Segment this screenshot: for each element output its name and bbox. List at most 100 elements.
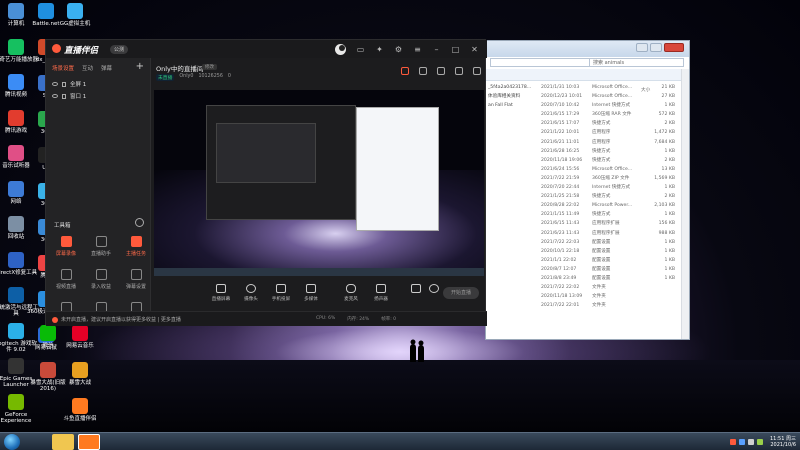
taskbar-explorer-icon[interactable]	[52, 434, 74, 450]
file-row[interactable]: 2020/8/28 22:02 Microsoft Power... 2,103 K…	[486, 201, 689, 210]
phone-cast-button[interactable]: 手机投屏	[267, 284, 295, 302]
user-avatar[interactable]	[335, 44, 346, 55]
file-size: 1 KB	[664, 248, 675, 254]
room-title[interactable]: Only中的直播间	[156, 63, 203, 73]
file-row[interactable]: 2021/6/15 17:07 快捷方式 2 KB	[486, 119, 689, 128]
lock-icon[interactable]	[62, 93, 66, 99]
tray-volume-icon[interactable]	[748, 439, 754, 445]
toolbox-item[interactable]: 视频直播	[50, 269, 82, 290]
desktop-icon[interactable]: GG虚拟主机	[53, 3, 97, 27]
file-row[interactable]: 2021/6/21 11:01 应用程序 7,684 KB	[486, 138, 689, 147]
file-date: 2020/7/20 22:44	[541, 185, 580, 191]
microphone-button[interactable]: 麦克风	[337, 284, 365, 302]
bell-icon[interactable]	[455, 67, 463, 75]
file-explorer-window[interactable]: 搜索 animals 大小 _5f4a2a0423178... 2021/1/31…	[485, 40, 690, 340]
tray-flag-icon[interactable]	[757, 439, 763, 445]
settings-icon[interactable]: ⚙	[394, 45, 403, 54]
desktop-icon[interactable]: 暴雪大战(旧版2016)	[26, 362, 70, 392]
clock[interactable]: 11:51 周三 2021/10/6	[770, 436, 796, 448]
toolbox-item[interactable]: 弹幕设置	[120, 269, 152, 290]
file-row[interactable]: 2021/6/23 11:43 应用程序扩展 988 KB	[486, 229, 689, 238]
file-row[interactable]: an Fall Flat 2020/7/10 10:42 Internet 快捷方式…	[486, 101, 689, 110]
scene-item[interactable]: 窗口 1	[52, 92, 86, 100]
speaker-button[interactable]: 扬声器	[367, 284, 395, 302]
collapse-toolbox-button[interactable]	[135, 218, 144, 227]
version-badge[interactable]: 公测	[110, 45, 129, 54]
record-icon[interactable]	[401, 67, 409, 75]
file-size: 1,569 KB	[654, 175, 675, 181]
desktop-icon[interactable]: 斗鱼直播伴侣	[58, 398, 102, 422]
file-type: 配置设置	[592, 248, 611, 254]
file-row[interactable]: 2021/6/24 15:56 Microsoft Office... 13 KB	[486, 165, 689, 174]
app-titlebar[interactable]: 直播伴侣 公测 ▭ ✦ ⚙ ≡ – □ ✕	[46, 40, 487, 58]
file-type: Microsoft Office...	[592, 94, 633, 100]
lock-icon[interactable]	[62, 81, 66, 87]
file-row[interactable]: 2020/8/7 12:07 配置设置 1 KB	[486, 265, 689, 274]
file-date: 2021/7/22 22:03	[541, 239, 580, 245]
file-row[interactable]: 2021/7/22 22:01 文件夹	[486, 301, 689, 310]
streaming-app-window[interactable]: 直播伴侣 公测 ▭ ✦ ⚙ ≡ – □ ✕ 场景设置 互动 弹幕 + 全屏 1 …	[45, 39, 487, 326]
toolbox-item[interactable]: 屏幕录像	[50, 236, 82, 257]
eye-icon[interactable]	[52, 94, 58, 98]
start-button[interactable]	[4, 434, 20, 450]
tray-app-icon[interactable]	[730, 439, 736, 445]
tab-danmaku[interactable]: 弹幕	[101, 64, 112, 72]
file-row[interactable]: _5f4a2a0423178... 2021/1/31 10:03 Microsof…	[486, 83, 689, 92]
file-row[interactable]: 2020/11/18 19:06 快捷方式 2 KB	[486, 156, 689, 165]
add-scene-button[interactable]: +	[136, 61, 144, 72]
maximize-icon[interactable]: □	[451, 45, 460, 54]
explorer-titlebar[interactable]	[486, 41, 689, 57]
minimize-icon[interactable]: –	[432, 45, 441, 54]
file-row[interactable]: 2021/7/22 22:03 配置设置 1 KB	[486, 238, 689, 247]
file-row[interactable]: 2020/11/18 13:09 文件夹	[486, 292, 689, 301]
stream-preview[interactable]	[154, 90, 484, 276]
file-name: _5f4a2a0423178...	[488, 85, 532, 90]
eye-icon[interactable]	[52, 82, 58, 86]
vertical-scrollbar[interactable]	[681, 69, 689, 339]
gift-icon[interactable]: ✦	[375, 45, 384, 54]
menu-icon[interactable]: ≡	[413, 45, 422, 54]
tab-interaction[interactable]: 互动	[82, 64, 93, 72]
file-row[interactable]: 2021/7/22 21:59 360压缩 ZIP 文件 1,569 KB	[486, 174, 689, 183]
file-row[interactable]: 2021/6/28 16:25 快捷方式 1 KB	[486, 147, 689, 156]
file-row[interactable]: 2021/1/1 22:02 配置设置 1 KB	[486, 256, 689, 265]
file-date: 2021/7/22 21:59	[541, 175, 580, 181]
file-row[interactable]: 2021/6/15 17:29 360压缩 RAR 文件 572 KB	[486, 110, 689, 119]
file-type: 文件夹	[592, 303, 606, 309]
screen-capture-button[interactable]: 直播屏幕	[207, 284, 235, 302]
file-row[interactable]: 2021/6/15 11:43 应用程序扩展 156 KB	[486, 219, 689, 228]
start-stream-button[interactable]: 开始直播	[443, 287, 479, 299]
close-button[interactable]	[664, 43, 684, 52]
file-row[interactable]: 2021/1/25 21:58 快捷方式 2 KB	[486, 192, 689, 201]
media-button[interactable]: 多媒体	[297, 284, 325, 302]
lock-icon[interactable]	[419, 67, 427, 75]
file-row[interactable]: 2021/8/8 23:49 配置设置 1 KB	[486, 274, 689, 283]
taskbar-streaming-app-icon[interactable]	[78, 434, 100, 450]
search-input[interactable]: 搜索 animals	[589, 58, 684, 67]
message-icon[interactable]: ▭	[356, 45, 365, 54]
file-row[interactable]: 2021/7/22 22:02 文件夹	[486, 283, 689, 292]
desktop-icon[interactable]: 微信	[26, 325, 70, 349]
app-icon	[72, 362, 88, 378]
file-row[interactable]: 2020/10/1 22:18 配置设置 1 KB	[486, 247, 689, 256]
minimize-button[interactable]	[636, 43, 648, 52]
tab-scenes[interactable]: 场景设置	[52, 64, 74, 72]
close-icon[interactable]: ✕	[470, 45, 479, 54]
maximize-button[interactable]	[650, 43, 662, 52]
file-row[interactable]: 体验库相关资料 2020/12/23 10:01 Microsoft Office.…	[486, 92, 689, 101]
file-date: 2021/1/31 10:03	[541, 85, 580, 90]
tray-network-icon[interactable]	[739, 439, 745, 445]
file-row[interactable]: 2021/1/15 11:49 快捷方式 1 KB	[486, 210, 689, 219]
camera-button[interactable]: 摄像头	[237, 284, 265, 302]
system-tray: 11:51 周三 2021/10/6	[730, 434, 796, 450]
file-row[interactable]: 2020/7/20 22:44 Internet 快捷方式 1 KB	[486, 183, 689, 192]
scene-item[interactable]: 全屏 1	[52, 80, 86, 88]
toolbox-item[interactable]: 主播任务	[120, 236, 152, 257]
edit-title-button[interactable]: 修改	[202, 64, 217, 70]
toolbox-item[interactable]: 直播助手	[85, 236, 117, 257]
share-icon[interactable]	[473, 67, 481, 75]
toolbox-item[interactable]: 录入收益	[85, 269, 117, 290]
desktop-icon[interactable]: GeForce Experience	[0, 393, 38, 424]
layout-icon[interactable]	[437, 67, 445, 75]
file-row[interactable]: 2021/1/22 10:01 应用程序 1,472 KB	[486, 128, 689, 137]
